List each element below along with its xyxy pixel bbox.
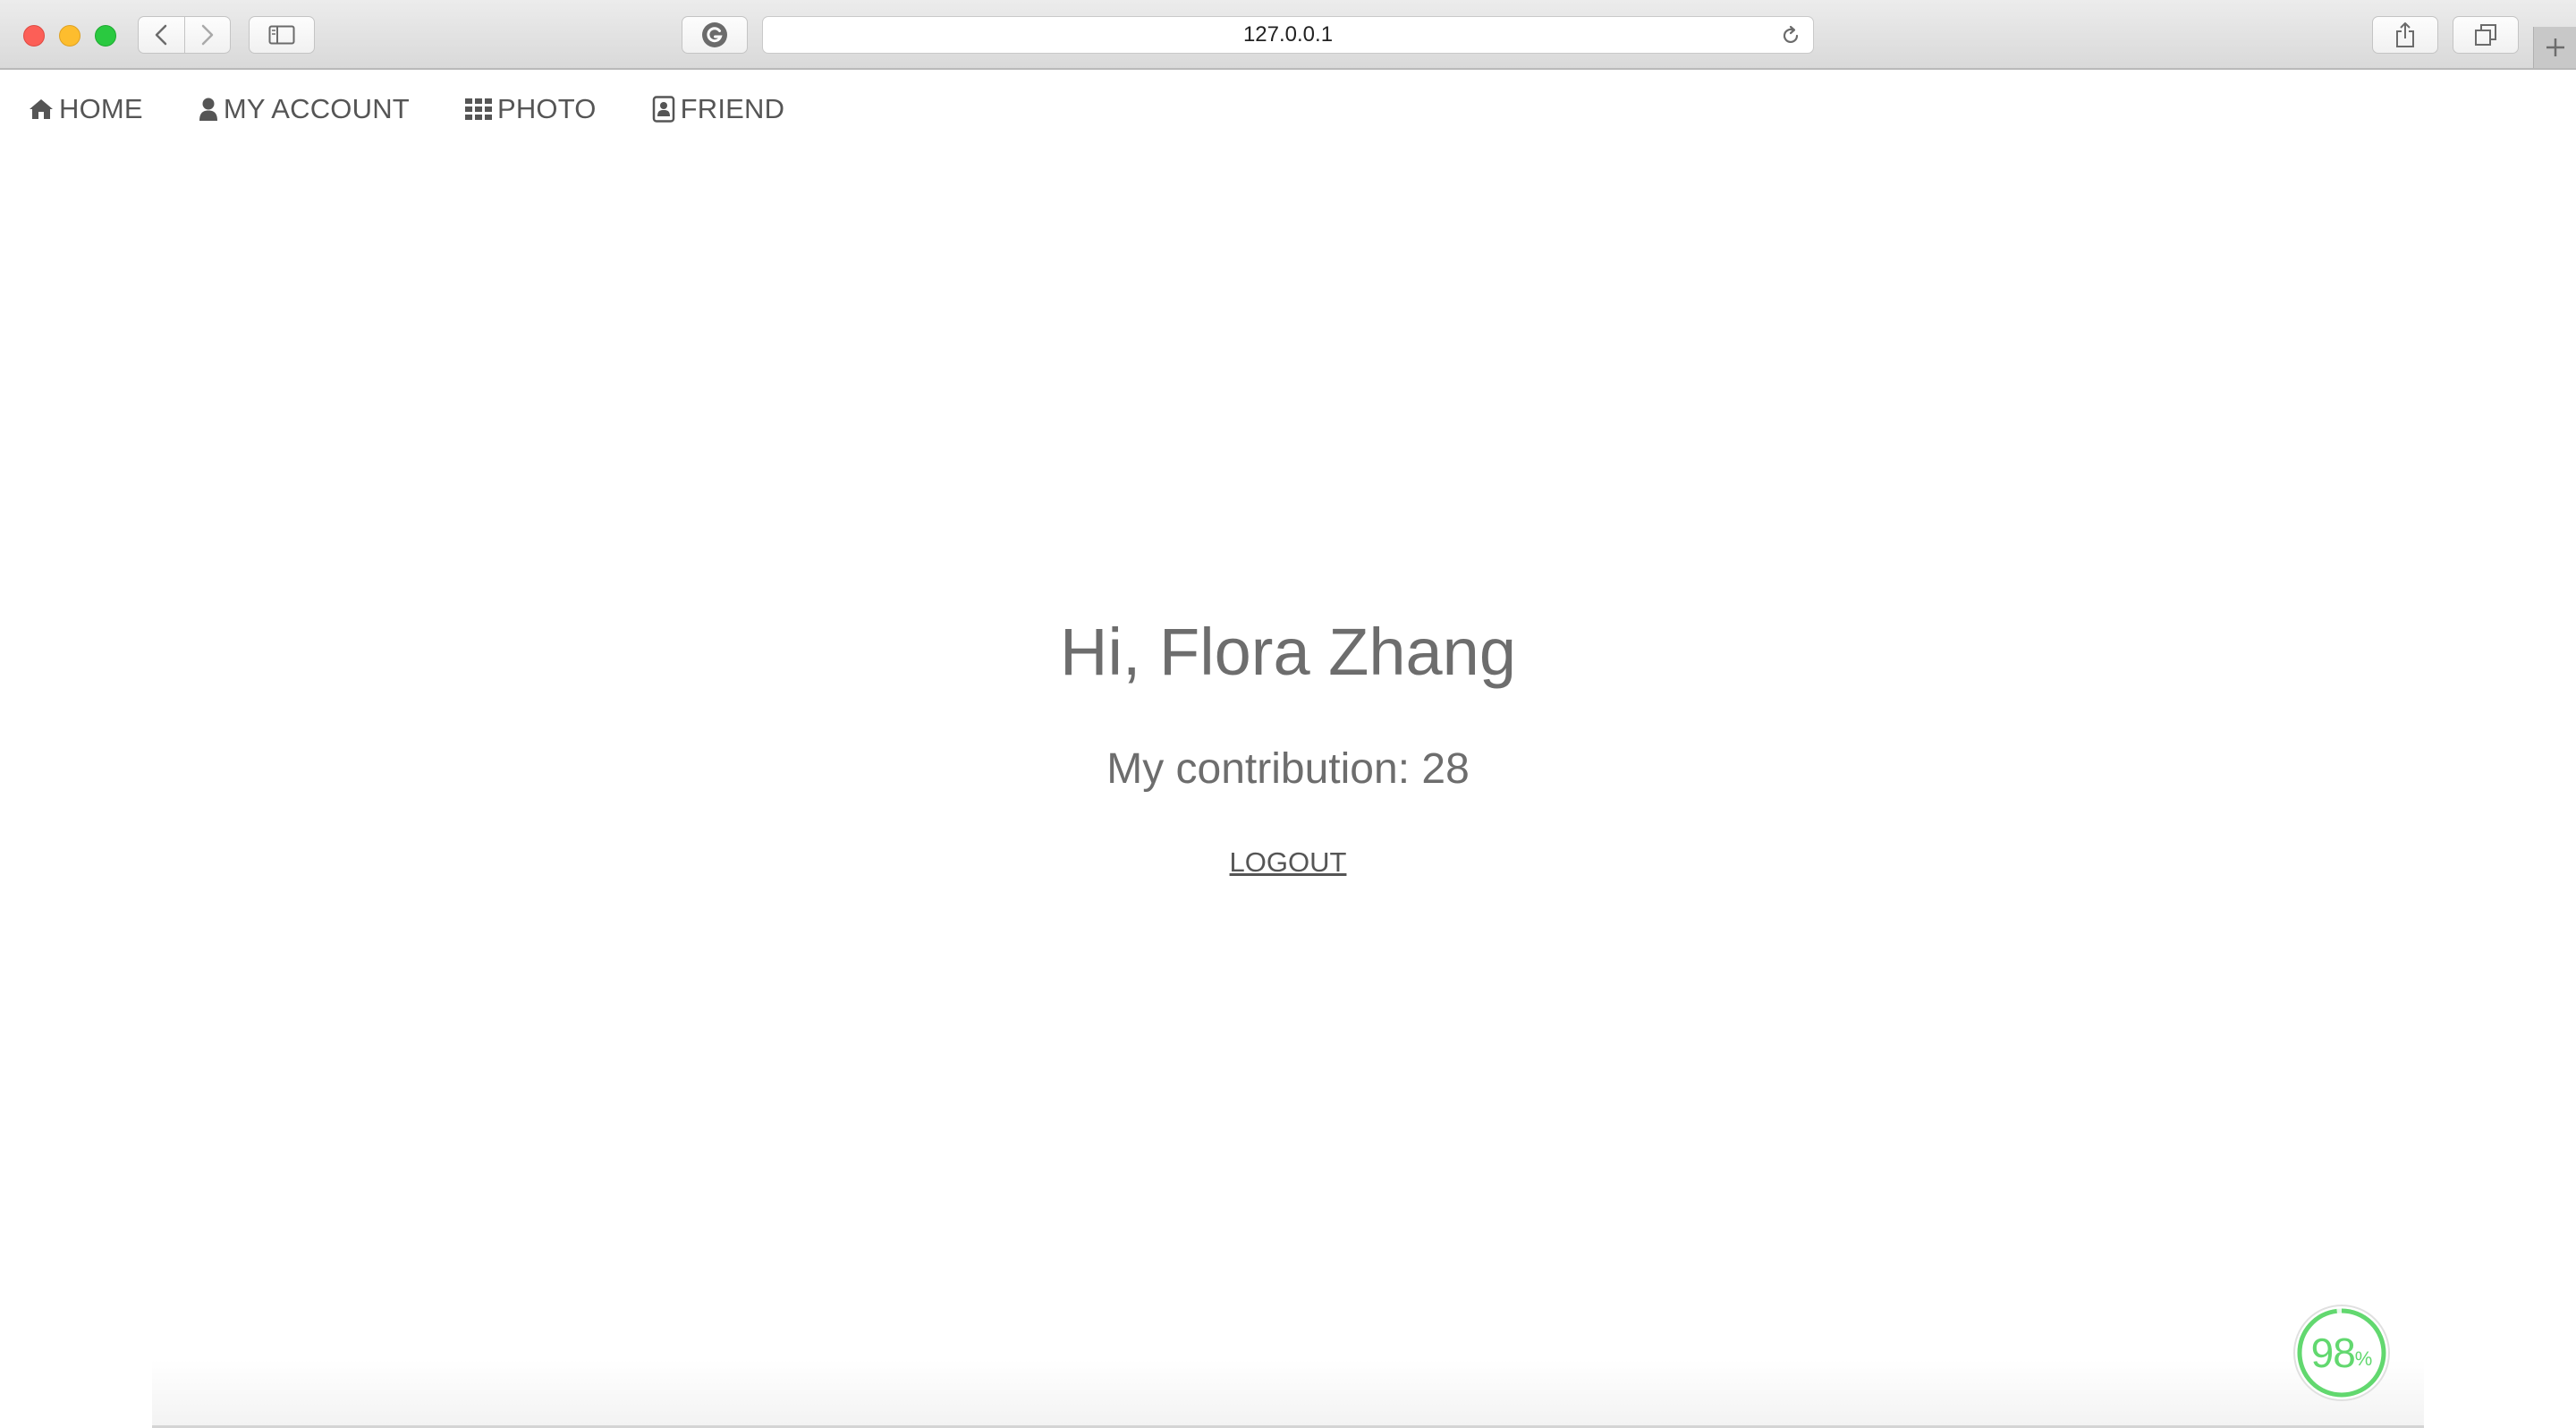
reload-icon[interactable] [1779, 24, 1802, 47]
url-text: 127.0.0.1 [1242, 22, 1334, 47]
contribution-text: My contribution: 28 [0, 748, 2576, 791]
logout-link[interactable]: LOGOUT [1230, 846, 1347, 878]
greeting-heading: Hi, Flora Zhang [1060, 615, 1516, 689]
nav-home-link[interactable]: HOME [29, 93, 143, 125]
grammarly-extension-button[interactable] [682, 16, 748, 54]
address-bar[interactable]: 127.0.0.1 [762, 16, 1814, 54]
minimize-window-button[interactable] [59, 25, 80, 47]
forward-button[interactable] [183, 17, 231, 53]
contribution-value: 28 [1421, 745, 1470, 793]
close-window-button[interactable] [23, 25, 45, 47]
grid-icon [464, 98, 492, 120]
logout-container: LOGOUT [0, 848, 2576, 876]
tabs-icon [2475, 24, 2496, 46]
score-unit: % [2354, 1347, 2373, 1370]
nav-my-account-label: MY ACCOUNT [223, 93, 410, 124]
site-nav: HOME MY ACCOUNT PHOTO FRIEND [29, 89, 840, 129]
show-tabs-button[interactable] [2453, 16, 2519, 54]
score-badge[interactable]: 98 % [2292, 1303, 2392, 1403]
score-text: 98 % [2292, 1303, 2392, 1403]
zoom-window-button[interactable] [95, 25, 116, 47]
user-icon [199, 98, 217, 121]
nav-friend-label: FRIEND [680, 93, 785, 124]
nav-photo-label: PHOTO [496, 93, 597, 124]
score-value: 98 [2310, 1330, 2356, 1376]
share-button[interactable] [2372, 16, 2438, 54]
browser-toolbar: 127.0.0.1 [0, 0, 2576, 70]
share-icon [2396, 22, 2414, 47]
nav-home-label: HOME [59, 93, 143, 124]
plus-icon [2546, 38, 2564, 56]
home-icon [30, 99, 53, 119]
sidebar-button[interactable] [249, 16, 315, 54]
nav-friend-link[interactable]: FRIEND [652, 93, 785, 125]
contact-icon [652, 96, 674, 123]
sidebar-icon [268, 25, 295, 45]
new-tab-button[interactable] [2533, 27, 2576, 68]
history-nav [138, 16, 231, 54]
grammarly-icon [702, 22, 727, 47]
back-button[interactable] [139, 17, 184, 53]
chevron-left-icon [156, 24, 167, 46]
nav-my-account-link[interactable]: MY ACCOUNT [199, 93, 410, 125]
contribution-label: My contribution: [1106, 745, 1411, 793]
chevron-right-icon [201, 24, 213, 46]
nav-photo-link[interactable]: PHOTO [464, 93, 597, 125]
page-bottom-divider [152, 1360, 2424, 1428]
